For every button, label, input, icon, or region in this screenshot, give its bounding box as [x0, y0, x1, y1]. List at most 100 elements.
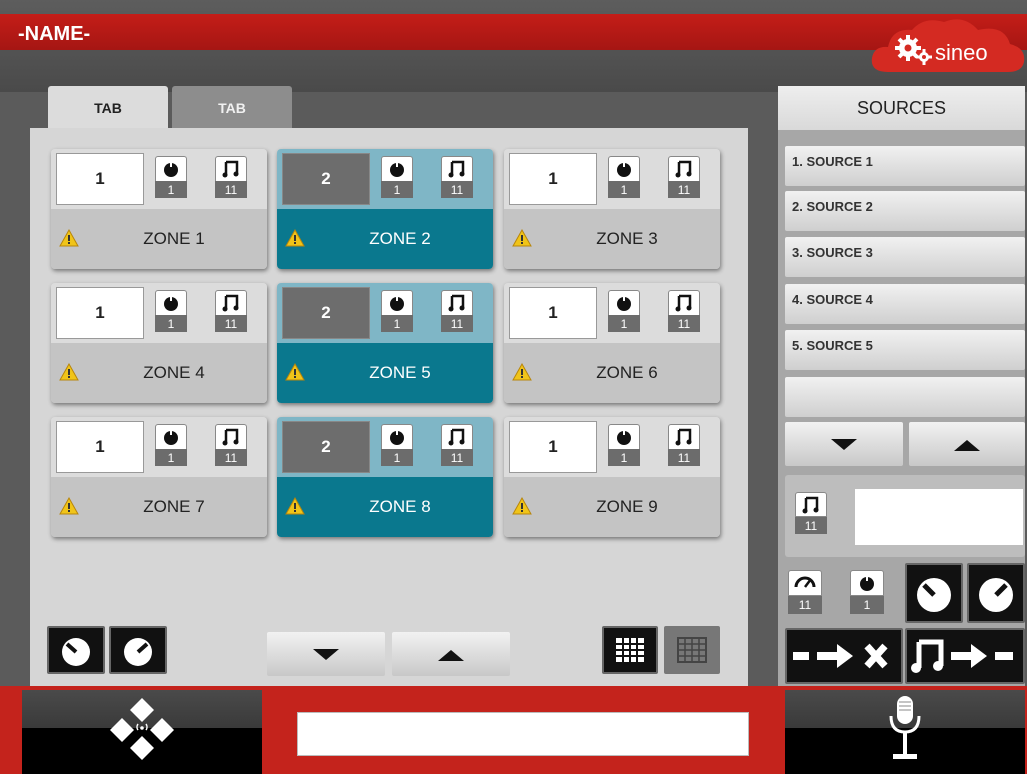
selected-source-music-badge: 11 — [795, 492, 827, 536]
unassign-source-button[interactable] — [785, 628, 903, 684]
remote-control-button[interactable] — [22, 690, 262, 774]
zone-volume-count: 1 — [155, 181, 187, 198]
zone-card[interactable]: 1 1 11 ZONE 4 — [51, 283, 267, 403]
zone-music-count: 11 — [215, 315, 247, 332]
zone-card[interactable]: 1 1 11 ZONE 6 — [504, 283, 720, 403]
zone-volume-badge: 1 — [381, 290, 413, 334]
microphone-button[interactable] — [785, 690, 1025, 774]
volume-down-icon — [917, 578, 951, 612]
source-volume-up-button[interactable] — [967, 563, 1025, 623]
music-note-icon — [675, 428, 692, 446]
warning-icon — [59, 363, 79, 381]
gauge-icon — [794, 576, 816, 588]
source-item-2[interactable]: 2. SOURCE 2 — [785, 191, 1025, 231]
zone-card[interactable]: 1 1 11 ZONE 1 — [51, 149, 267, 269]
knob-icon — [617, 429, 631, 445]
grid-small-icon — [677, 637, 707, 663]
zone-card[interactable]: 2 1 11 ZONE 5 — [277, 283, 493, 403]
grid-large-icon — [616, 638, 644, 662]
zone-volume-count: 1 — [381, 449, 413, 466]
zone-volume-count: 1 — [381, 315, 413, 332]
zone-volume-badge: 1 — [608, 156, 640, 200]
scroll-up-button[interactable] — [392, 632, 510, 676]
music-note-icon — [222, 428, 239, 446]
zone-music-count: 11 — [668, 449, 700, 466]
arrow-down-icon — [313, 649, 339, 660]
zone-music-count: 11 — [441, 315, 473, 332]
zone-number[interactable]: 2 — [282, 421, 370, 473]
warning-icon — [285, 363, 305, 381]
tab-2[interactable]: TAB — [172, 86, 292, 130]
zone-music-badge: 11 — [215, 424, 247, 468]
music-note-icon — [675, 160, 692, 178]
zone-music-count: 11 — [215, 449, 247, 466]
music-note-icon — [448, 428, 465, 446]
knob-icon — [860, 575, 874, 591]
knob-icon — [617, 161, 631, 177]
source-item-5[interactable]: 5. SOURCE 5 — [785, 330, 1025, 370]
knob-icon — [390, 161, 404, 177]
zone-music-count: 11 — [441, 449, 473, 466]
knob-icon — [390, 295, 404, 311]
zone-name: ZONE 3 — [596, 229, 658, 248]
zone-number[interactable]: 1 — [509, 153, 597, 205]
music-note-icon — [802, 496, 819, 514]
volume-up-button[interactable] — [109, 626, 167, 674]
music-note-icon — [222, 160, 239, 178]
zone-music-badge: 11 — [441, 156, 473, 200]
scroll-down-button[interactable] — [267, 632, 385, 676]
zone-music-badge: 11 — [215, 156, 247, 200]
zone-music-count: 11 — [668, 181, 700, 198]
zone-volume-badge: 1 — [155, 156, 187, 200]
sources-scroll-up-button[interactable] — [909, 422, 1025, 466]
zone-name: ZONE 7 — [143, 497, 205, 516]
music-note-icon — [911, 639, 944, 673]
zone-music-count: 11 — [215, 181, 247, 198]
warning-icon — [59, 229, 79, 247]
grid-small-button[interactable] — [664, 626, 720, 674]
zone-number[interactable]: 2 — [282, 287, 370, 339]
assign-source-button[interactable] — [905, 628, 1025, 684]
zone-number[interactable]: 2 — [282, 153, 370, 205]
zone-number[interactable]: 1 — [509, 421, 597, 473]
zone-music-badge: 11 — [441, 290, 473, 334]
zone-card[interactable]: 1 1 11 ZONE 3 — [504, 149, 720, 269]
source-item-1[interactable]: 1. SOURCE 1 — [785, 146, 1025, 186]
grid-large-button[interactable] — [602, 626, 658, 674]
sources-scroll-down-button[interactable] — [785, 422, 903, 466]
zone-volume-badge: 1 — [381, 156, 413, 200]
music-note-icon — [448, 160, 465, 178]
zone-music-count: 11 — [668, 315, 700, 332]
zone-volume-count: 1 — [608, 315, 640, 332]
volume-down-icon — [62, 638, 90, 666]
message-input[interactable] — [297, 712, 749, 756]
zone-volume-count: 1 — [381, 181, 413, 198]
source-item-6[interactable] — [785, 377, 1025, 417]
zone-number[interactable]: 1 — [509, 287, 597, 339]
zone-number[interactable]: 1 — [56, 153, 144, 205]
volume-down-button[interactable] — [47, 626, 105, 674]
app-title: -NAME- — [18, 23, 91, 45]
source-item-4[interactable]: 4. SOURCE 4 — [785, 284, 1025, 324]
unassign-icon — [793, 643, 888, 669]
music-note-icon — [448, 294, 465, 312]
zone-name: ZONE 8 — [369, 497, 431, 516]
zone-number[interactable]: 1 — [56, 287, 144, 339]
zone-number[interactable]: 1 — [56, 421, 144, 473]
zone-music-badge: 11 — [441, 424, 473, 468]
zone-name: ZONE 1 — [143, 229, 205, 248]
source-volume-down-button[interactable] — [905, 563, 963, 623]
tab-1[interactable]: TAB — [48, 86, 168, 130]
source-item-3[interactable]: 3. SOURCE 3 — [785, 237, 1025, 277]
warning-icon — [512, 363, 532, 381]
selected-source-field[interactable] — [855, 489, 1023, 545]
zone-card[interactable]: 1 1 11 ZONE 7 — [51, 417, 267, 537]
zone-name: ZONE 2 — [369, 229, 431, 248]
zone-card[interactable]: 2 1 11 ZONE 2 — [277, 149, 493, 269]
zone-music-badge: 11 — [668, 424, 700, 468]
zone-volume-badge: 1 — [155, 290, 187, 334]
zone-card[interactable]: 2 1 11 ZONE 8 — [277, 417, 493, 537]
volume-up-icon — [979, 578, 1013, 612]
zone-card[interactable]: 1 1 11 ZONE 9 — [504, 417, 720, 537]
zone-volume-count: 1 — [608, 449, 640, 466]
